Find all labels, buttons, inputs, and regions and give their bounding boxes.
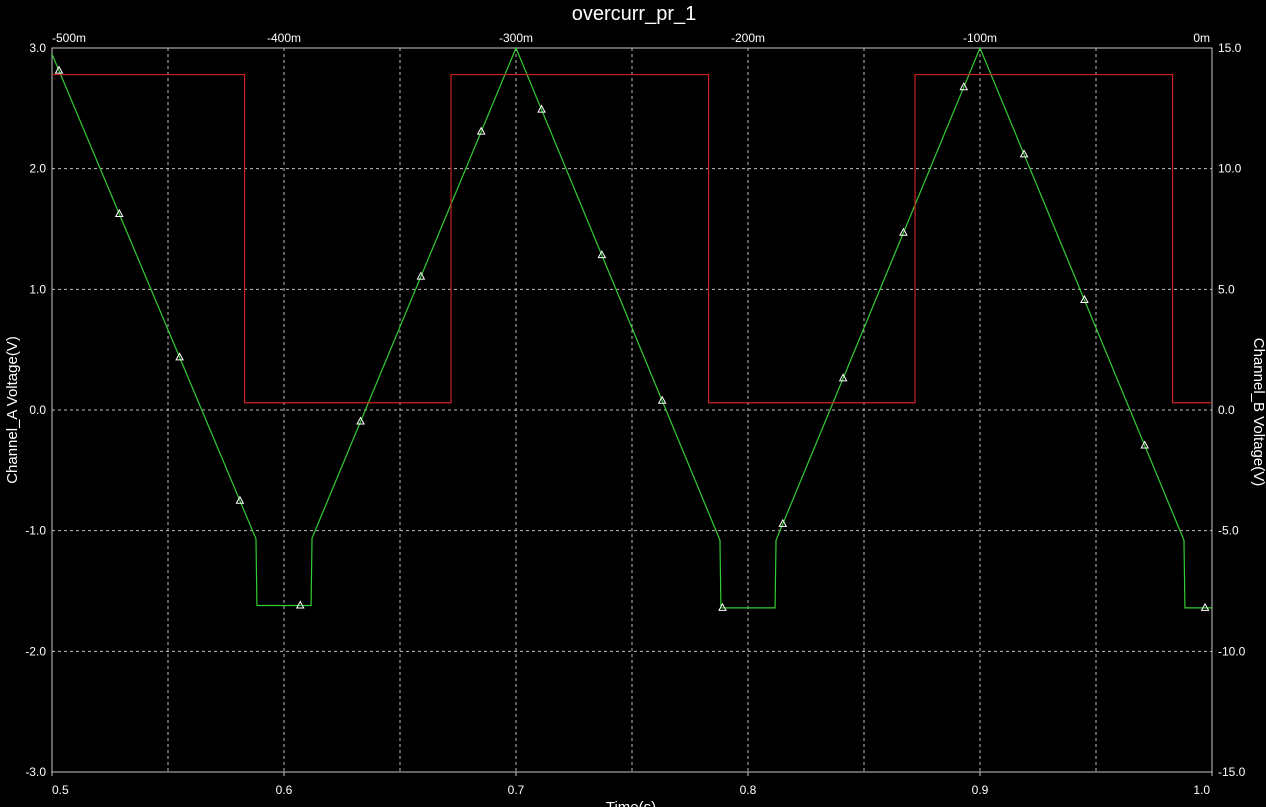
y-right-tick-label: -15.0 [1218,765,1246,779]
y-left-tick-label: -2.0 [25,644,46,658]
x-top-tick-label: -300m [499,31,533,45]
y-left-tick-label: 0.0 [29,403,46,417]
x-tick-label: 0.9 [972,783,989,797]
y-right-tick-label: 10.0 [1218,162,1242,176]
y-right-tick-label: -5.0 [1218,524,1239,538]
y-left-tick-label: 3.0 [29,41,46,55]
chart-background [0,0,1266,807]
y-left-tick-label: 1.0 [29,282,46,296]
y-left-axis-label: Channel_A Voltage(V) [4,336,21,484]
y-right-tick-label: 0.0 [1218,403,1235,417]
x-tick-label: 0.6 [276,783,293,797]
chart-svg: 0.5 -500m 0.6 -400m 0.7 -300m 0.8 -200m 0.9 -100m… [0,0,1266,807]
y-right-axis-label: Channel_B Voltage(V) [1250,338,1266,486]
x-top-tick-label: -200m [731,31,765,45]
y-left-tick-label: -1.0 [25,524,46,538]
x-top-tick-label: -100m [963,31,997,45]
y-left-tick-label: 2.0 [29,162,46,176]
y-left-tick-label: -3.0 [25,765,46,779]
y-right-tick-label: 15.0 [1218,41,1242,55]
x-axis-label: Time(s) [606,799,656,807]
x-top-tick-label: 0m [1193,31,1210,45]
x-tick-label: 1.0 [1193,783,1210,797]
x-tick-label: 0.8 [740,783,757,797]
x-tick-label: 0.7 [508,783,525,797]
y-right-tick-label: -10.0 [1218,644,1246,658]
x-top-tick-label: -400m [267,31,301,45]
y-right-tick-label: 5.0 [1218,282,1235,296]
x-top-tick-label: -500m [52,31,86,45]
chart-title: overcurr_pr_1 [572,3,697,25]
x-tick-label: 0.5 [52,783,69,797]
